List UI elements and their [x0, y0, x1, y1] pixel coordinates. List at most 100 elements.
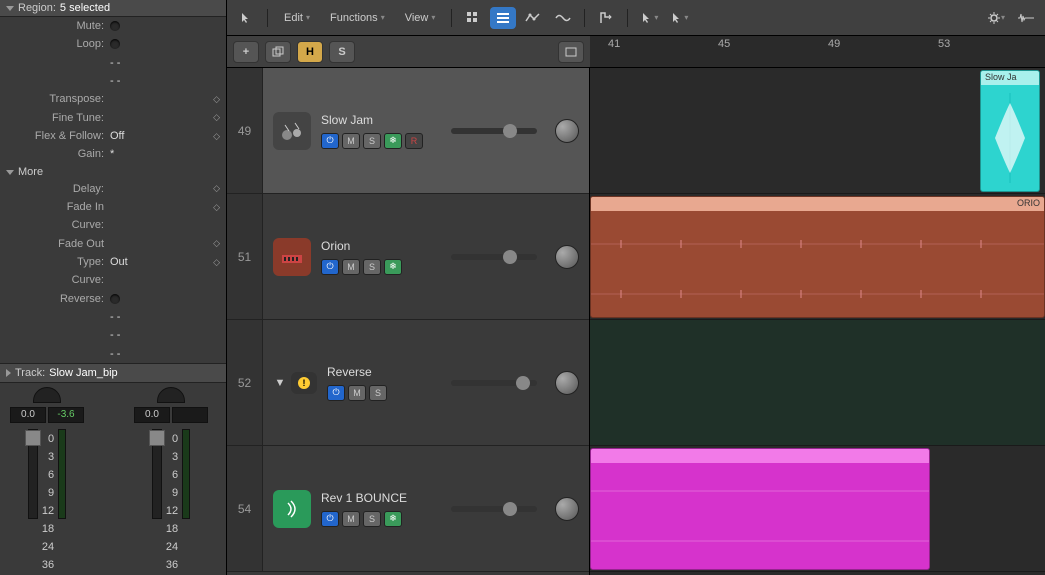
automation-icon[interactable] — [520, 7, 546, 29]
track-subbar: + H S — [227, 36, 590, 68]
track-name[interactable]: Slow Jam — [321, 113, 423, 127]
volume-slider[interactable] — [451, 380, 537, 386]
mute-button[interactable]: M — [342, 511, 360, 527]
edit-menu[interactable]: Edit▾ — [276, 9, 318, 27]
midi-region[interactable]: ORIO — [590, 196, 1045, 318]
pointer-tool-icon[interactable] — [233, 7, 259, 29]
power-button[interactable]: ⏻ — [327, 385, 345, 401]
mute-row[interactable]: Mute: — [0, 17, 226, 35]
mixer-area: 0.0 -3.6 036912182436 0.0 036912182436 — [0, 383, 226, 575]
solo-button[interactable]: S — [363, 511, 381, 527]
arrange-row[interactable]: ORIO — [590, 194, 1045, 320]
region-name — [591, 449, 929, 463]
delay-row[interactable]: Delay:◇ — [0, 180, 226, 198]
power-button[interactable]: ⏻ — [321, 133, 339, 149]
power-button[interactable]: ⏻ — [321, 511, 339, 527]
more-header[interactable]: More — [0, 164, 226, 180]
track-number: 52 — [227, 320, 263, 445]
functions-menu[interactable]: Functions▾ — [322, 9, 393, 27]
global-button[interactable] — [558, 41, 584, 63]
list-icon[interactable] — [490, 7, 516, 29]
gain-row[interactable]: Gain:* — [0, 145, 226, 163]
track-row[interactable]: 52 ▼ ! Reverse ⏻ M S — [227, 320, 589, 446]
freeze-button[interactable]: ❄ — [384, 511, 402, 527]
loop-toggle[interactable] — [110, 39, 120, 49]
track-row[interactable]: 49 Slow Jam ⏻ M S ❄ R — [227, 68, 589, 194]
duplicate-track-button[interactable] — [265, 41, 291, 63]
region-name: Slow Ja — [981, 71, 1039, 85]
solo-button[interactable]: S — [363, 259, 381, 275]
region-label: Region: — [18, 2, 56, 14]
expand-icon[interactable]: ▼ — [273, 376, 287, 390]
volume-slider[interactable] — [451, 506, 537, 512]
track-row[interactable]: 51 Orion ⏻ M S ❄ — [227, 194, 589, 320]
flex-icon[interactable] — [550, 7, 576, 29]
arrange-row[interactable] — [590, 320, 1045, 446]
fader-value[interactable]: 0.0 — [134, 407, 170, 423]
timeline-ruler[interactable]: 41 45 49 53 — [590, 36, 1045, 68]
track-name[interactable]: Orion — [321, 239, 402, 253]
fader[interactable] — [152, 429, 162, 519]
type-row[interactable]: Type:Out◇ — [0, 253, 226, 271]
fadeout-row[interactable]: Fade Out◇ — [0, 235, 226, 253]
fadein-row[interactable]: Fade In◇ — [0, 198, 226, 216]
track-row[interactable]: 54 Rev 1 BOUNCE ⏻ M S ❄ — [227, 446, 589, 572]
pan-knob[interactable] — [555, 245, 579, 269]
volume-slider[interactable] — [451, 128, 537, 134]
audio-region[interactable] — [590, 448, 930, 570]
finetune-row[interactable]: Fine Tune:◇ — [0, 109, 226, 127]
track-name[interactable]: Reverse — [327, 365, 387, 379]
view-menu[interactable]: View▾ — [397, 9, 444, 27]
pan-knob[interactable] — [555, 119, 579, 143]
stack-icon: ! — [291, 372, 317, 394]
flex-row[interactable]: Flex & Follow:Off◇ — [0, 127, 226, 145]
waveform-zoom-icon[interactable] — [1013, 7, 1039, 29]
solo-button[interactable]: S — [363, 133, 381, 149]
pan-knob[interactable] — [555, 371, 579, 395]
add-track-button[interactable]: + — [233, 41, 259, 63]
mute-button[interactable]: M — [342, 259, 360, 275]
tool-left-icon[interactable]: ▾ — [636, 7, 662, 29]
level-meter — [182, 429, 190, 519]
level-meter — [58, 429, 66, 519]
fader-value[interactable]: 0.0 — [10, 407, 46, 423]
disclosure-icon — [6, 369, 11, 377]
curve1-row[interactable]: Curve: — [0, 216, 226, 234]
solo-button[interactable]: S — [329, 41, 355, 63]
reverse-toggle[interactable] — [110, 294, 120, 304]
region-header[interactable]: Region: 5 selected — [0, 0, 226, 17]
solo-button[interactable]: S — [369, 385, 387, 401]
reverse-row[interactable]: Reverse: — [0, 290, 226, 308]
synth-icon — [273, 238, 311, 276]
track-list: 49 Slow Jam ⏻ M S ❄ R — [227, 68, 590, 575]
fader[interactable] — [28, 429, 38, 519]
track-name: Slow Jam_bip — [49, 367, 117, 379]
arrange-area[interactable]: Slow Ja ORIO — [590, 68, 1045, 575]
freeze-button[interactable]: ❄ — [384, 259, 402, 275]
transpose-row[interactable]: Transpose:◇ — [0, 90, 226, 108]
gear-icon[interactable]: ▾ — [983, 7, 1009, 29]
arrange-row[interactable] — [590, 446, 1045, 572]
catch-icon[interactable] — [593, 7, 619, 29]
loop-row[interactable]: Loop: — [0, 35, 226, 53]
audio-region[interactable]: Slow Ja — [980, 70, 1040, 192]
pan-knob[interactable] — [33, 387, 61, 403]
mute-toggle[interactable] — [110, 21, 120, 31]
curve2-row[interactable]: Curve: — [0, 271, 226, 289]
region-name: ORIO — [591, 197, 1044, 211]
track-name[interactable]: Rev 1 BOUNCE — [321, 491, 407, 505]
mute-button[interactable]: M — [342, 133, 360, 149]
record-button[interactable]: R — [405, 133, 423, 149]
pan-knob[interactable] — [555, 497, 579, 521]
mute-button[interactable]: M — [348, 385, 366, 401]
volume-slider[interactable] — [451, 254, 537, 260]
track-header[interactable]: Track: Slow Jam_bip — [0, 363, 226, 383]
arrange-row[interactable]: Slow Ja — [590, 68, 1045, 194]
power-button[interactable]: ⏻ — [321, 259, 339, 275]
meter-value: -3.6 — [48, 407, 84, 423]
hide-button[interactable]: H — [297, 41, 323, 63]
freeze-button[interactable]: ❄ — [384, 133, 402, 149]
grid-icon[interactable] — [460, 7, 486, 29]
pan-knob[interactable] — [157, 387, 185, 403]
tool-right-icon[interactable]: ▾ — [666, 7, 692, 29]
